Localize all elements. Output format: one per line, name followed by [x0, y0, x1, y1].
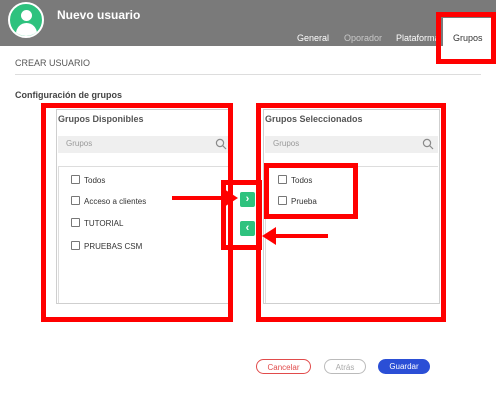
tab-plataforma[interactable]: Plataforma — [396, 33, 440, 43]
section-title: Configuración de grupos — [15, 90, 122, 100]
arrow-right-icon — [224, 189, 238, 207]
cancel-button[interactable]: Cancelar — [256, 359, 311, 374]
divider — [15, 74, 481, 75]
arrow-right-icon — [172, 196, 228, 200]
arrow-left-icon — [274, 234, 328, 238]
arrow-left-icon — [262, 227, 276, 245]
tab-general[interactable]: General — [297, 33, 329, 43]
back-button[interactable]: Atrás — [324, 359, 366, 374]
page-subtitle: CREAR USUARIO — [15, 58, 91, 68]
tab-oporador[interactable]: Oporador — [344, 33, 382, 43]
page-title: Nuevo usuario — [57, 8, 141, 22]
save-button[interactable]: Guardar — [378, 359, 430, 374]
annotation-box-available — [41, 103, 233, 322]
annotation-box-grupos-tab — [436, 12, 496, 64]
app-header: Nuevo usuario General Oporador Plataform… — [0, 0, 496, 46]
avatar-user-icon — [8, 2, 44, 38]
annotation-box-selected-items — [264, 163, 358, 219]
